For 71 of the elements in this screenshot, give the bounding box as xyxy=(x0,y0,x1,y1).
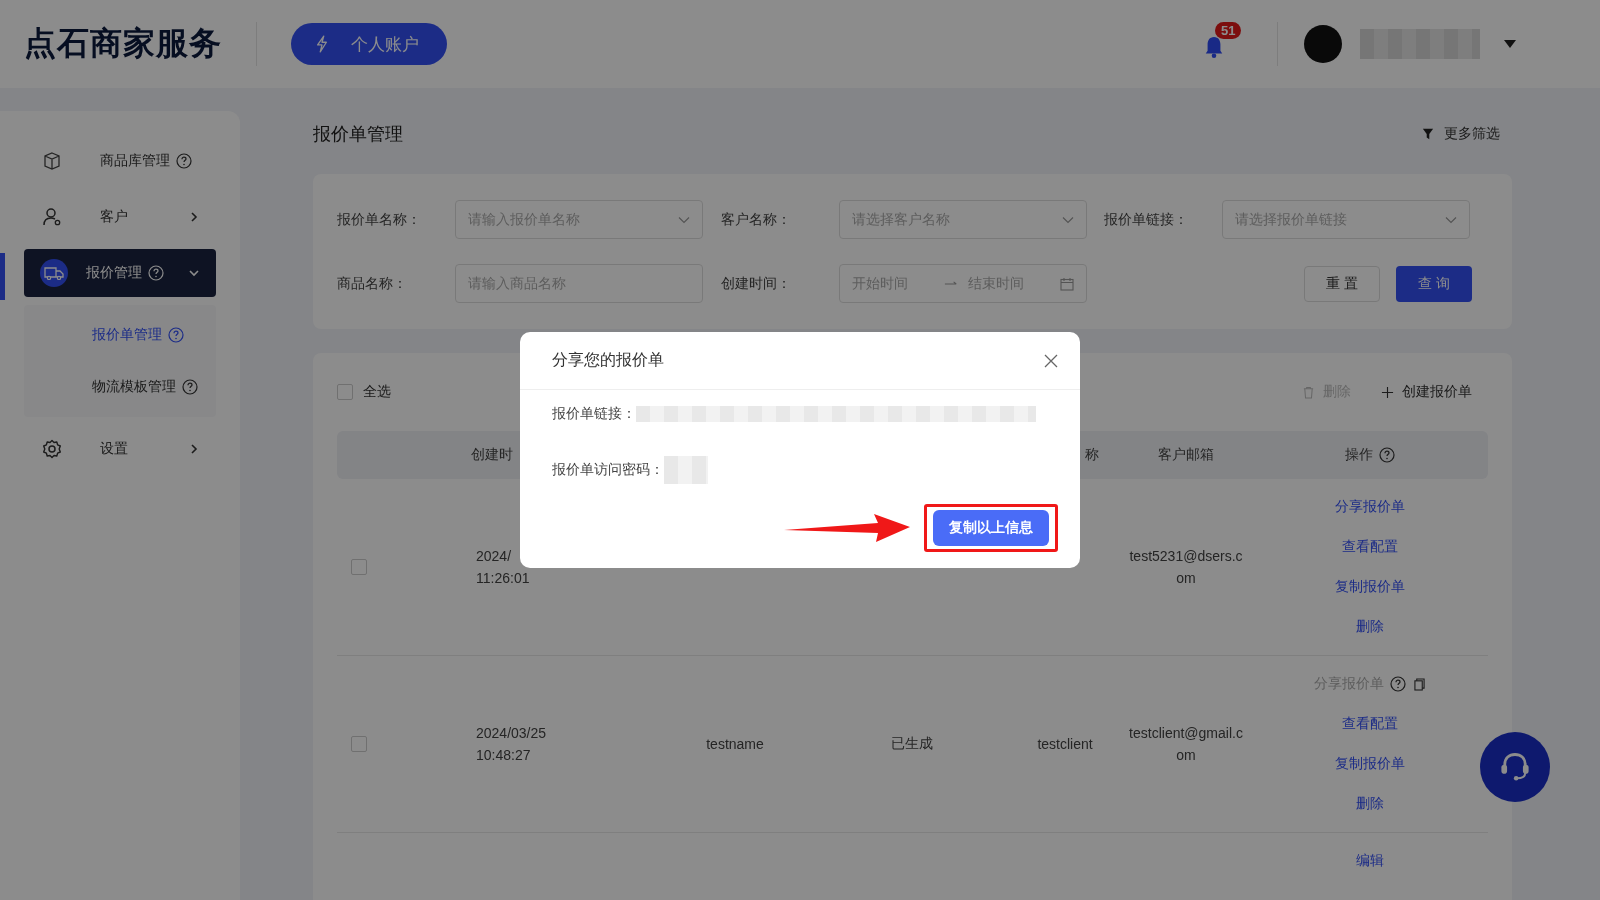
notification-badge: 51 xyxy=(1215,22,1242,39)
status-text: 已生成 xyxy=(891,735,933,753)
action-link[interactable]: 删除 xyxy=(1355,795,1384,813)
created-time: 2024/03/25 xyxy=(476,724,548,743)
close-icon[interactable] xyxy=(1044,353,1058,368)
page-title: 报价单管理 xyxy=(313,123,403,146)
truck-icon xyxy=(40,259,68,287)
action-link[interactable]: 编辑 xyxy=(1355,852,1384,870)
copy-info-button[interactable]: 复制以上信息 xyxy=(933,510,1049,546)
query-button[interactable]: 查 询 xyxy=(1396,265,1472,302)
reset-button[interactable]: 重 置 xyxy=(1304,265,1380,302)
created-time: 10:48:27 xyxy=(476,746,532,765)
filter-label: 客户名称： xyxy=(720,210,792,229)
action-link[interactable]: 删除 xyxy=(1355,618,1384,636)
chevron-down-icon xyxy=(1445,215,1458,224)
plus-icon xyxy=(1381,385,1394,399)
bell-icon[interactable] xyxy=(1203,34,1225,60)
action-link[interactable]: 复制报价单 xyxy=(1334,578,1405,596)
help-icon[interactable] xyxy=(1378,447,1395,463)
lightning-icon xyxy=(315,35,329,53)
column-header: 称 xyxy=(1084,446,1100,464)
copy-icon[interactable] xyxy=(1414,677,1425,691)
filter-label: 报价单链接： xyxy=(1104,210,1190,229)
avatar[interactable] xyxy=(1304,25,1342,63)
trash-icon xyxy=(1302,385,1315,399)
column-header: 操作 xyxy=(1344,446,1373,464)
row-checkbox[interactable] xyxy=(351,736,367,752)
quote-name: testname xyxy=(706,736,764,752)
checkbox[interactable] xyxy=(337,384,353,400)
caret-down-icon[interactable] xyxy=(1504,40,1516,48)
help-icon[interactable] xyxy=(1390,676,1406,692)
user-icon xyxy=(42,207,62,227)
more-filters-button[interactable]: 更多筛选 xyxy=(1416,124,1506,144)
logo-text: 点石商家服务 xyxy=(24,24,222,63)
chevron-down-icon xyxy=(678,215,690,224)
row-checkbox[interactable] xyxy=(351,559,367,575)
sidebar-item[interactable]: 商品库管理 xyxy=(24,137,216,185)
column-header: 客户邮箱 xyxy=(1157,446,1215,464)
submenu-item[interactable]: 物流模板管理 xyxy=(24,361,216,413)
action-link[interactable]: 查看配置 xyxy=(1341,715,1398,733)
filter-label: 报价单名称： xyxy=(337,210,422,229)
filter-label: 商品名称： xyxy=(337,274,408,293)
sidebar-item[interactable]: 设置 xyxy=(24,425,216,473)
settings-icon xyxy=(42,439,62,459)
create-quote-button[interactable]: 创建报价单 xyxy=(1381,383,1472,401)
created-time: 2024/ xyxy=(476,547,513,566)
created-time: 11:26:01 xyxy=(476,569,531,588)
field-label: 报价单访问密码： xyxy=(552,461,664,479)
chevron-down-icon xyxy=(1061,215,1074,224)
sidebar-item[interactable]: 客户 xyxy=(24,193,216,241)
column-header: 创建时 xyxy=(470,446,514,464)
arrow-right-icon xyxy=(943,279,958,288)
help-icon[interactable] xyxy=(168,327,184,343)
dialog-title: 分享您的报价单 xyxy=(552,350,664,370)
client-name: testclient xyxy=(1037,736,1093,752)
sidebar-item[interactable]: 报价管理 xyxy=(24,249,216,297)
help-icon[interactable] xyxy=(176,153,192,169)
submenu-item[interactable]: 报价单管理 xyxy=(24,309,216,361)
account-button[interactable]: 个人账户 xyxy=(291,23,447,65)
funnel-icon xyxy=(1422,128,1434,140)
action-link[interactable]: 查看配置 xyxy=(1341,538,1398,556)
help-icon[interactable] xyxy=(182,379,198,395)
cube-icon xyxy=(42,151,62,171)
action-link[interactable]: 复制报价单 xyxy=(1334,755,1405,773)
action-link[interactable]: 分享报价单 xyxy=(1334,498,1405,516)
select-all-label[interactable]: 全选 xyxy=(363,383,391,401)
client-email: test5231@dsers.com xyxy=(1128,547,1244,588)
calendar-icon xyxy=(1059,276,1074,291)
client-email: testclient@gmail.com xyxy=(1128,724,1244,765)
filter-label: 创建时间： xyxy=(720,274,792,293)
field-label: 报价单链接： xyxy=(552,405,636,423)
